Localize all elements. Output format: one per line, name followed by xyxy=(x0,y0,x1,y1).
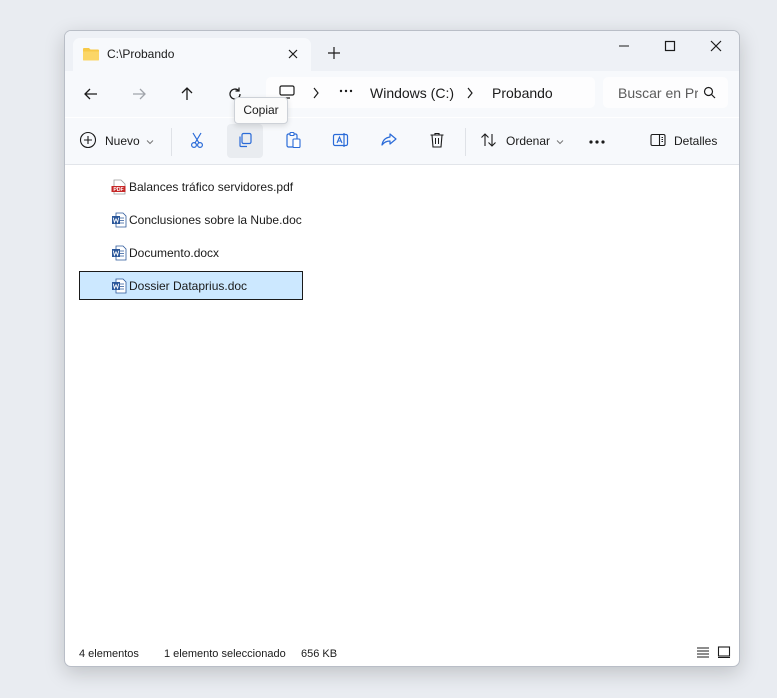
up-arrow-icon[interactable] xyxy=(172,81,202,107)
folder-icon xyxy=(83,47,99,64)
clipboard-icon xyxy=(284,131,302,152)
chevron-down-icon xyxy=(556,134,564,148)
sort-arrows-icon xyxy=(480,131,498,152)
details-button[interactable]: Detalles xyxy=(650,124,717,158)
breadcrumb-item-folder[interactable]: Probando xyxy=(492,85,553,101)
maximize-icon[interactable] xyxy=(647,31,693,63)
search-placeholder: Buscar en Probando xyxy=(618,85,698,101)
address-bar[interactable]: Windows (C:) Probando xyxy=(266,77,595,108)
list-item[interactable]: PDF Balances tráfico servidores.pdf xyxy=(79,172,303,202)
file-name: Balances tráfico servidores.pdf xyxy=(129,180,294,194)
command-bar: Nuevo Ordenar Detalles xyxy=(65,118,739,165)
details-pane-icon xyxy=(650,133,666,150)
back-arrow-icon[interactable] xyxy=(76,81,106,107)
more-locations-icon[interactable] xyxy=(339,83,353,100)
new-button[interactable]: Nuevo xyxy=(79,124,154,158)
share-button[interactable] xyxy=(371,124,407,158)
close-window-icon[interactable] xyxy=(693,31,739,63)
delete-button[interactable] xyxy=(419,124,455,158)
list-item[interactable]: Documento.docx xyxy=(79,238,303,268)
new-button-label: Nuevo xyxy=(105,134,140,148)
file-explorer-window: C:\Probando Windows (C:) Probando Buscar… xyxy=(64,30,740,667)
minimize-icon[interactable] xyxy=(601,31,647,63)
scissors-icon xyxy=(188,131,206,152)
rename-icon xyxy=(332,131,350,152)
list-item-selected[interactable]: Dossier Dataprius.doc xyxy=(79,271,303,300)
word-document-icon xyxy=(111,278,127,297)
trash-icon xyxy=(428,131,446,152)
large-icons-view-icon[interactable] xyxy=(717,646,733,660)
selection-size: 656 KB xyxy=(301,648,338,660)
more-options-button[interactable] xyxy=(579,124,615,158)
sort-button[interactable]: Ordenar xyxy=(480,124,564,158)
details-button-label: Detalles xyxy=(674,134,718,148)
breadcrumb-item-drive[interactable]: Windows (C:) xyxy=(370,85,454,101)
new-tab-icon[interactable] xyxy=(325,44,343,62)
chevron-down-icon xyxy=(146,134,154,148)
file-name: Documento.docx xyxy=(129,246,220,260)
toolbar-divider xyxy=(465,128,466,156)
search-icon xyxy=(703,86,716,102)
navigation-bar: Windows (C:) Probando Buscar en Probando xyxy=(65,71,739,117)
pdf-file-icon: PDF xyxy=(111,179,127,198)
file-list: PDF Balances tráfico servidores.pdf Conc… xyxy=(65,165,739,635)
status-bar: 4 elementos 1 elemento seleccionado 656 … xyxy=(65,643,739,665)
share-icon xyxy=(380,131,398,152)
file-name: Conclusiones sobre la Nube.doc xyxy=(129,213,302,227)
chevron-right-icon xyxy=(466,87,474,102)
word-document-icon xyxy=(111,212,127,231)
plus-circle-icon xyxy=(79,131,97,152)
file-name: Dossier Dataprius.doc xyxy=(129,279,248,293)
copy-tooltip: Copiar xyxy=(234,97,288,124)
tab-close-icon[interactable] xyxy=(283,46,303,64)
forward-arrow-icon[interactable] xyxy=(124,81,154,107)
details-view-icon[interactable] xyxy=(696,646,712,660)
cut-button[interactable] xyxy=(179,124,215,158)
list-item[interactable]: Conclusiones sobre la Nube.doc xyxy=(79,205,303,235)
paste-button[interactable] xyxy=(275,124,311,158)
title-bar: C:\Probando xyxy=(65,31,739,71)
svg-text:PDF: PDF xyxy=(113,187,123,193)
chevron-right-icon xyxy=(312,87,320,102)
word-document-icon xyxy=(111,245,127,264)
rename-button[interactable] xyxy=(323,124,359,158)
copy-button[interactable] xyxy=(227,124,263,158)
sort-button-label: Ordenar xyxy=(506,134,551,148)
selection-info: 1 elemento seleccionado xyxy=(164,648,286,660)
toolbar-divider xyxy=(171,128,172,156)
tab-probando[interactable]: C:\Probando xyxy=(73,38,311,71)
tab-title: C:\Probando xyxy=(107,47,175,61)
copy-icon xyxy=(236,131,254,152)
more-options-icon xyxy=(588,134,606,148)
item-count: 4 elementos xyxy=(79,648,139,660)
search-box[interactable]: Buscar en Probando xyxy=(603,77,728,108)
